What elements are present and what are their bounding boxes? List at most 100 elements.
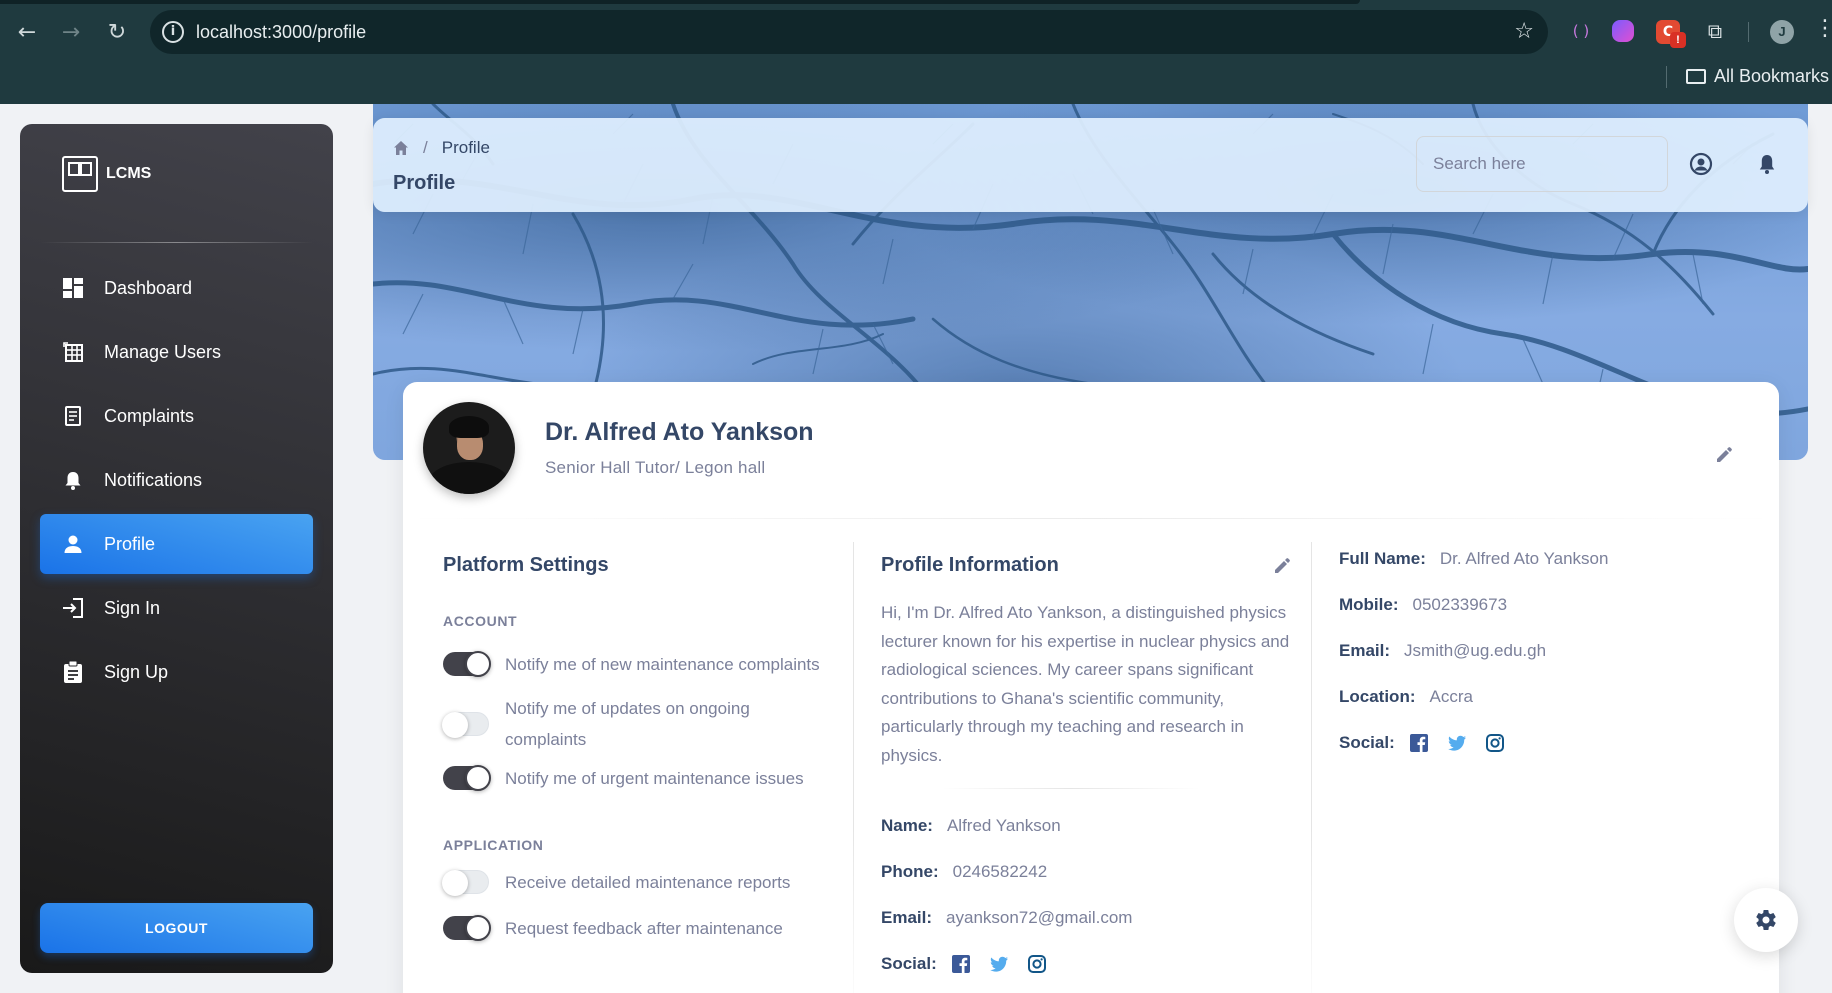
brand[interactable]: LCMS [62,154,151,194]
breadcrumb-current: Profile [441,138,490,157]
info-key: Phone: [881,862,939,881]
info-email-row: Email: ayankson72@gmail.com [881,895,1291,941]
bookmark-star-icon[interactable]: ☆ [1514,19,1534,44]
edit-profile-icon[interactable] [1715,446,1733,464]
sidebar-item-dashboard[interactable]: Dashboard [40,258,313,318]
search-input[interactable] [1416,136,1668,192]
contact-email-row: Email: Jsmith@ug.edu.gh [1339,628,1759,674]
configurator-button[interactable] [1734,888,1798,952]
column-divider [853,542,854,993]
back-icon[interactable]: ← [12,18,42,48]
platform-settings: Platform Settings ACCOUNT Notify me of n… [442,532,833,951]
setting-toggle[interactable] [442,870,489,896]
profile-card: Dr. Alfred Ato Yankson Senior Hall Tutor… [403,382,1779,993]
contact-value: Jsmith@ug.edu.gh [1404,641,1547,660]
setting-urgent-issues: Notify me of urgent maintenance issues [443,755,833,801]
top-navbar: / Profile Profile [373,118,1808,212]
toggle-knob [465,915,491,941]
profile-information-header: Profile Information [881,554,1291,577]
contact-mobile-row: Mobile: 0502339673 [1339,582,1759,628]
profile-information: Profile Information Hi, I'm Dr. Alfred A… [881,532,1291,987]
more-menu-icon[interactable]: ⋮ [1814,16,1832,41]
account-circle-icon[interactable] [1689,152,1713,176]
page-viewport: LCMS Dashboard Manage Users Complaints N… [0,104,1832,993]
setting-label: Notify me of urgent maintenance issues [505,768,804,788]
login-icon [62,597,84,619]
sidebar-item-sign-up[interactable]: Sign Up [40,642,313,702]
info-value: ayankson72@gmail.com [946,908,1133,927]
sidebar-item-label: Sign Up [104,661,169,682]
info-key: Email: [881,908,933,927]
sidebar-item-label: Dashboard [104,277,193,298]
info-key: Name: [881,816,933,835]
browser-chrome: ← → ↻ i localhost:3000/profile ☆ ( ) C !… [0,0,1832,104]
edit-info-icon[interactable] [1273,557,1291,575]
twitter-icon[interactable] [989,954,1009,974]
logout-button[interactable]: LOGOUT [40,903,313,953]
contact-value: 0502339673 [1412,595,1508,614]
sidebar-item-manage-users[interactable]: Manage Users [40,322,313,382]
facebook-icon[interactable] [951,954,971,974]
receipt-icon [62,405,84,427]
breadcrumb-separator: / [423,138,428,157]
twitter-icon[interactable] [1447,733,1467,753]
home-icon[interactable] [393,140,409,156]
notifications-bell-icon[interactable] [1755,152,1779,176]
extensions-puzzle-icon[interactable]: ⧉ [1702,18,1728,44]
sidebar: LCMS Dashboard Manage Users Complaints N… [20,124,333,973]
setting-new-complaints: Notify me of new maintenance complaints [443,635,833,693]
sidebar-item-complaints[interactable]: Complaints [40,386,313,446]
browser-profile-avatar[interactable]: J [1770,20,1794,44]
site-info-icon[interactable]: i [162,21,184,43]
brand-logo-icon [62,156,98,192]
info-name-row: Name: Alfred Yankson [881,803,1291,849]
info-social-row: Social: [881,941,1291,987]
brand-name: LCMS [106,165,152,182]
dashboard-icon [62,277,84,299]
extension-brackets-icon[interactable]: ( ) [1568,18,1594,44]
address-bar[interactable]: i localhost:3000/profile ☆ [150,10,1548,54]
sidebar-item-sign-in[interactable]: Sign In [40,578,313,638]
profile-information-title: Profile Information [881,554,1059,576]
url-text[interactable]: localhost:3000/profile [196,22,366,43]
contact-key: Full Name: [1339,549,1426,568]
toggle-knob [442,712,468,738]
contact-key: Social: [1339,733,1395,752]
setting-toggle[interactable] [442,712,489,738]
avatar-body [429,462,509,494]
settings-group-label: ACCOUNT [443,613,518,629]
forward-icon[interactable]: → [56,18,86,48]
bio-divider [941,788,1201,789]
profile-title: Senior Hall Tutor/ Legon hall [545,458,766,477]
bookmarks-divider [1666,66,1667,88]
sidebar-item-label: Profile [104,533,156,554]
sidebar-item-label: Sign In [104,597,161,618]
extension-gradient-icon[interactable] [1612,20,1634,42]
column-divider [1311,542,1312,993]
contact-location-row: Location: Accra [1339,674,1759,720]
instagram-icon[interactable] [1027,954,1047,974]
info-value: Alfred Yankson [946,816,1061,835]
instagram-icon[interactable] [1485,733,1505,753]
toolbar-divider [1748,22,1749,42]
all-bookmarks[interactable]: All Bookmarks [1686,66,1829,87]
sidebar-item-notifications[interactable]: Notifications [40,450,313,510]
reload-icon[interactable]: ↻ [102,18,132,48]
facebook-icon[interactable] [1409,733,1429,753]
extension-alert-badge: ! [1670,32,1686,48]
profile-bio: Hi, I'm Dr. Alfred Ato Yankson, a distin… [881,603,1290,765]
setting-toggle[interactable] [443,651,491,677]
contact-value: Accra [1429,687,1473,706]
table-icon [62,341,84,363]
setting-toggle[interactable] [443,765,491,791]
toggle-knob [465,651,491,677]
person-icon [62,533,84,555]
contact-key: Location: [1339,687,1416,706]
setting-toggle[interactable] [443,915,491,941]
setting-label: Notify me of new maintenance complaints [505,654,820,674]
card-divider [403,518,1779,519]
sidebar-item-profile[interactable]: Profile [40,514,313,574]
avatar-hat [449,416,489,438]
contact-full-name-row: Full Name: Dr. Alfred Ato Yankson [1339,536,1759,582]
sidebar-item-label: Complaints [104,405,195,426]
